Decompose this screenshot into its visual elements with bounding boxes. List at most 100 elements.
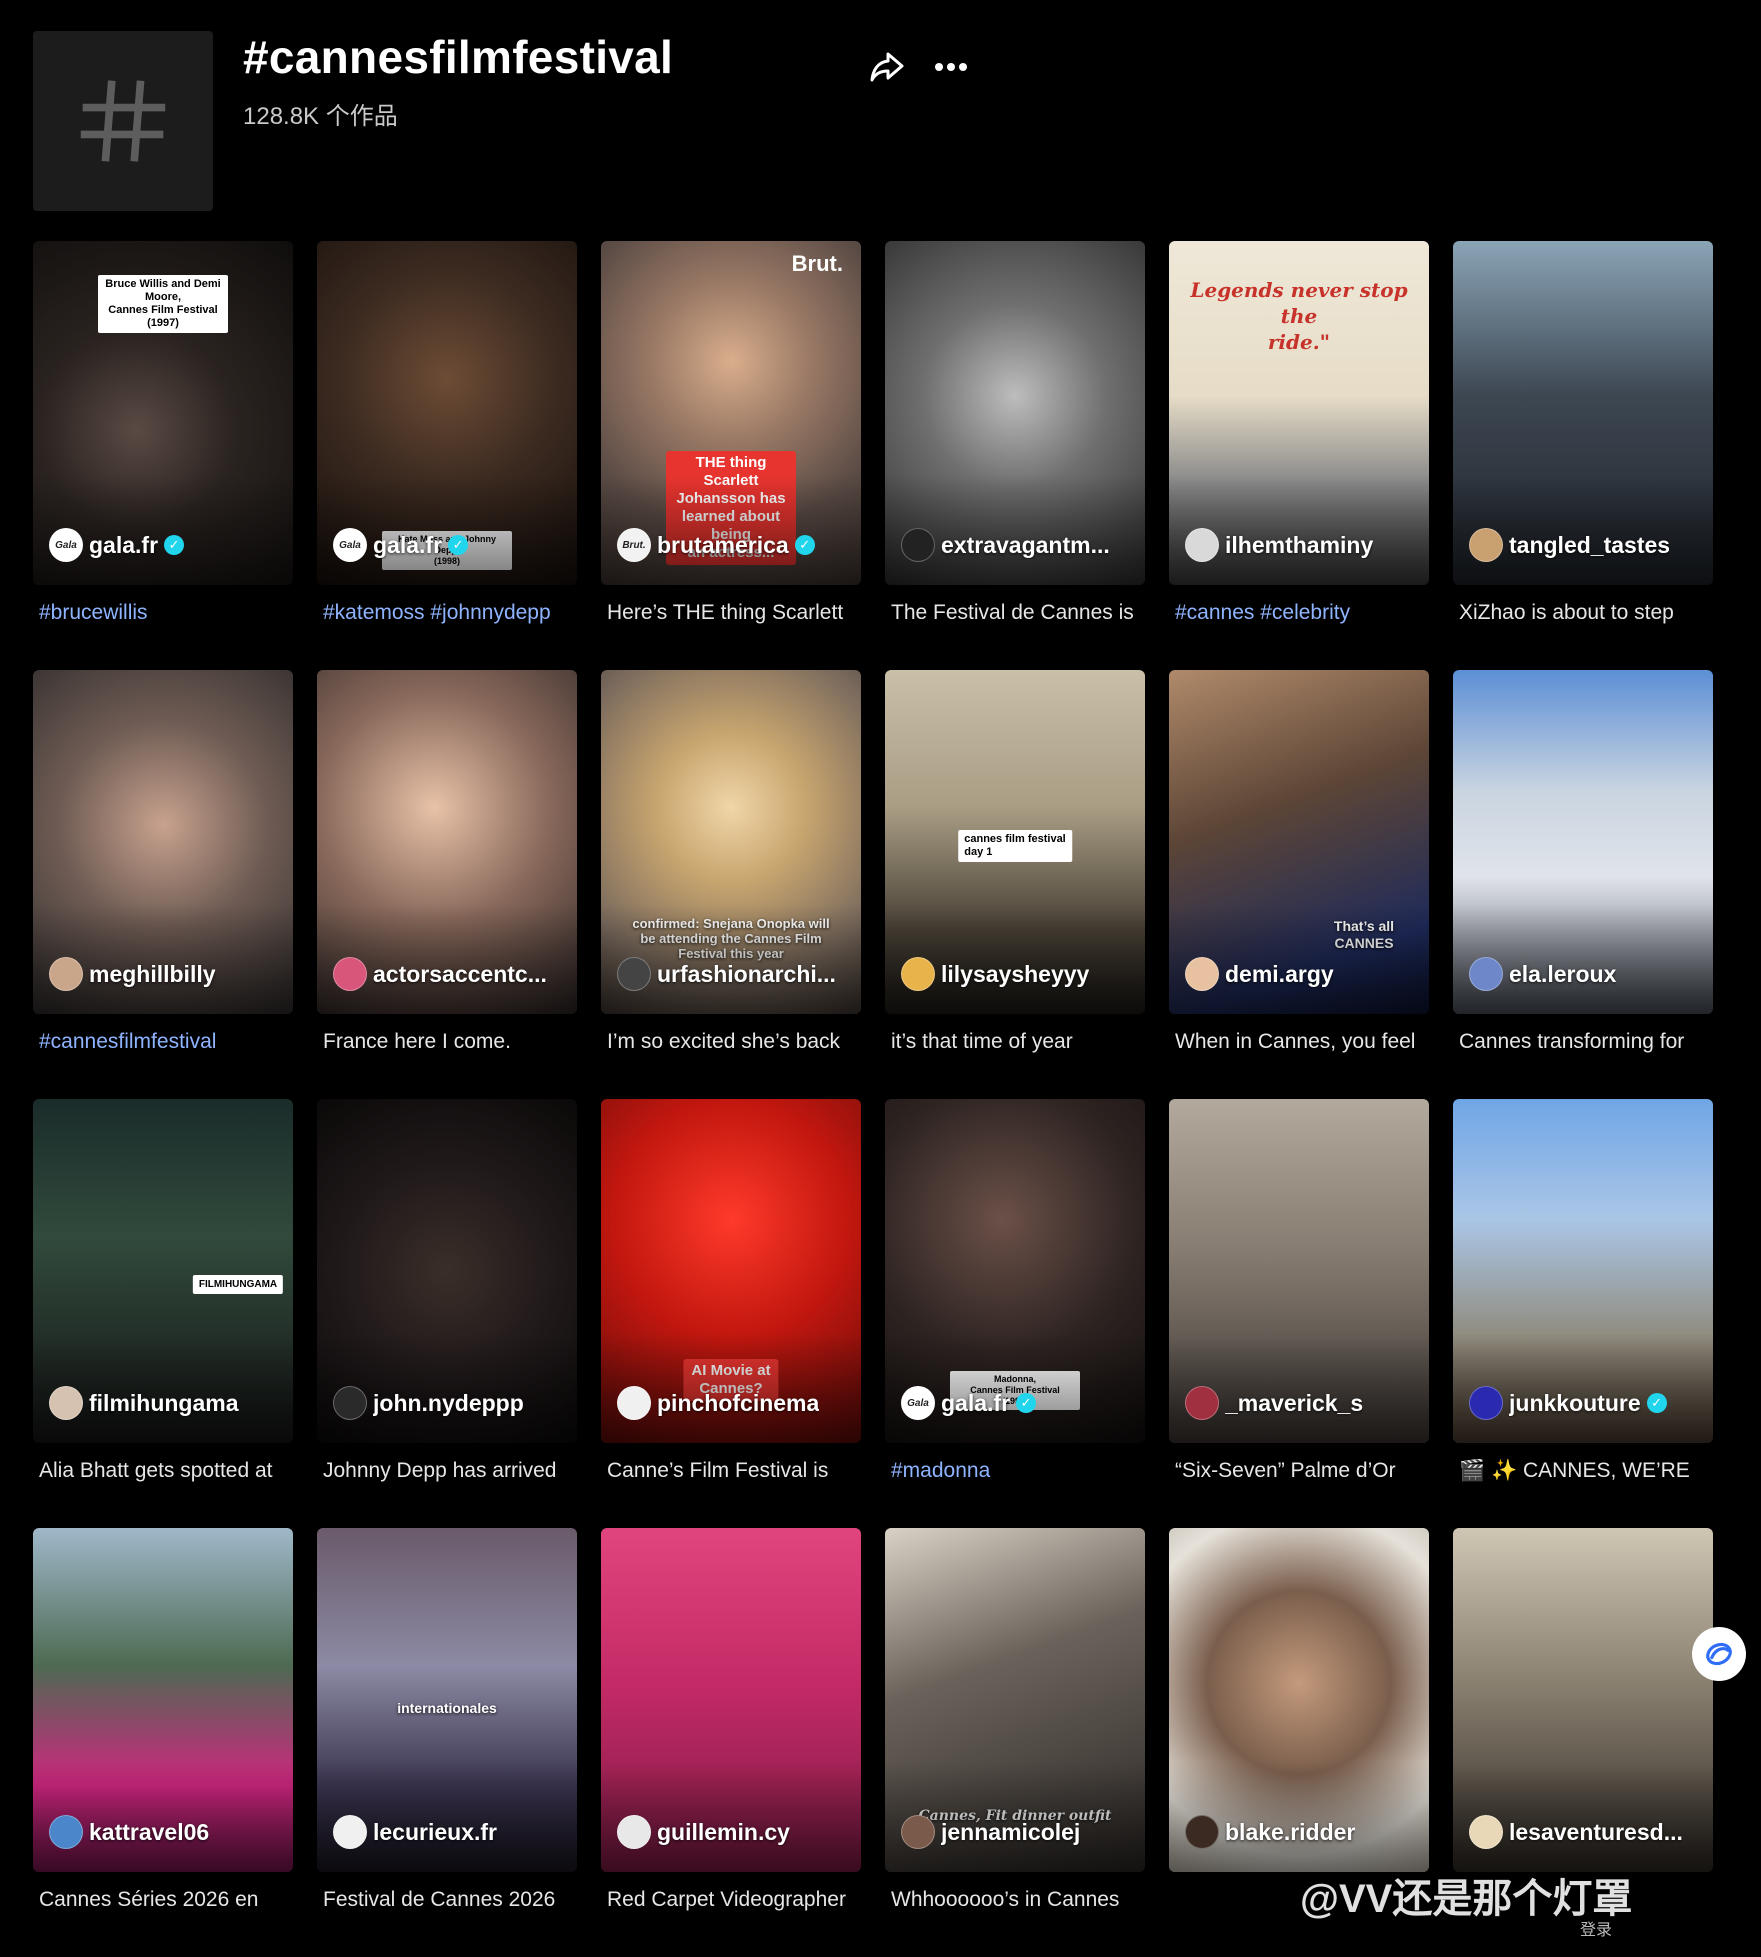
video-card[interactable]: cannes film festival day 1 lilysaysheyyy i…	[885, 670, 1145, 1099]
scroll-to-top-button[interactable]	[1692, 1627, 1746, 1681]
video-card[interactable]: That’s all CANNESdemi.argy When in Cannes…	[1169, 670, 1429, 1099]
avatar[interactable]: Gala	[49, 528, 83, 562]
video-thumbnail[interactable]: john.nydeppp	[317, 1099, 577, 1443]
avatar[interactable]: Brut.	[617, 528, 651, 562]
video-card[interactable]: ela.leroux Cannes transforming for	[1453, 670, 1713, 1099]
video-caption[interactable]: #cannes #celebrity	[1175, 601, 1429, 625]
video-thumbnail[interactable]: Brut.THE thing Scarlett Johansson has le…	[601, 241, 861, 585]
video-thumbnail[interactable]: That’s all CANNESdemi.argy	[1169, 670, 1429, 1014]
author-username[interactable]: meghillbilly	[89, 961, 216, 988]
avatar[interactable]	[901, 528, 935, 562]
author-username[interactable]: gala.fr	[89, 532, 158, 559]
video-caption[interactable]: Festival de Cannes 2026	[323, 1888, 577, 1912]
author-link[interactable]: Gala gala.fr ✓	[333, 527, 469, 563]
avatar[interactable]	[1185, 1815, 1219, 1849]
video-caption[interactable]: Whhoooooo’s in Cannes	[891, 1888, 1145, 1912]
author-link[interactable]: lesaventuresd...	[1469, 1814, 1683, 1850]
video-card[interactable]: kattravel06 Cannes Séries 2026 en	[33, 1528, 293, 1957]
author-link[interactable]: demi.argy	[1185, 956, 1334, 992]
video-thumbnail[interactable]: actorsaccentc...	[317, 670, 577, 1014]
video-thumbnail[interactable]: kattravel06	[33, 1528, 293, 1872]
author-link[interactable]: lecurieux.fr	[333, 1814, 497, 1850]
author-username[interactable]: ela.leroux	[1509, 961, 1616, 988]
avatar[interactable]	[49, 1386, 83, 1420]
video-caption[interactable]: France here I come.	[323, 1030, 577, 1054]
author-link[interactable]: tangled_tastes	[1469, 527, 1670, 563]
video-caption[interactable]: When in Cannes, you feel	[1175, 1030, 1429, 1054]
video-card[interactable]: Cannes, Fit dinner outfitjennamicolej Whh…	[885, 1528, 1145, 1957]
author-link[interactable]: Gala gala.fr ✓	[49, 527, 185, 563]
author-link[interactable]: ela.leroux	[1469, 956, 1616, 992]
video-thumbnail[interactable]: confirmed: Snejana Onopka will be attend…	[601, 670, 861, 1014]
video-caption[interactable]: Cannes transforming for	[1459, 1030, 1713, 1054]
author-link[interactable]: Brut. brutamerica ✓	[617, 527, 815, 563]
video-card[interactable]: confirmed: Snejana Onopka will be attend…	[601, 670, 861, 1099]
more-options-button[interactable]	[930, 46, 972, 88]
author-username[interactable]: lesaventuresd...	[1509, 1819, 1683, 1846]
video-thumbnail[interactable]: guillemin.cy	[601, 1528, 861, 1872]
avatar[interactable]	[617, 1386, 651, 1420]
avatar[interactable]: Gala	[901, 1386, 935, 1420]
author-link[interactable]: actorsaccentc...	[333, 956, 547, 992]
author-link[interactable]: junkkouture ✓	[1469, 1385, 1667, 1421]
author-username[interactable]: blake.ridder	[1225, 1819, 1355, 1846]
video-thumbnail[interactable]: FILMIHUNGAMA filmihungama	[33, 1099, 293, 1443]
video-card[interactable]: john.nydeppp Johnny Depp has arrived	[317, 1099, 577, 1528]
author-link[interactable]: _maverick_s	[1185, 1385, 1363, 1421]
video-card[interactable]: guillemin.cy Red Carpet Videographer	[601, 1528, 861, 1957]
avatar[interactable]	[1469, 957, 1503, 991]
author-link[interactable]: ilhemthaminy	[1185, 527, 1373, 563]
avatar[interactable]	[1185, 957, 1219, 991]
avatar[interactable]	[1469, 1815, 1503, 1849]
author-link[interactable]: lilysaysheyyy	[901, 956, 1089, 992]
author-username[interactable]: kattravel06	[89, 1819, 209, 1846]
author-username[interactable]: _maverick_s	[1225, 1390, 1363, 1417]
author-username[interactable]: actorsaccentc...	[373, 961, 547, 988]
video-caption[interactable]: Alia Bhatt gets spotted at	[39, 1459, 293, 1483]
video-caption[interactable]: I’m so excited she’s back	[607, 1030, 861, 1054]
author-link[interactable]: jennamicolej	[901, 1814, 1080, 1850]
share-button[interactable]	[866, 46, 908, 88]
video-thumbnail[interactable]: Bruce Willis and Demi Moore, Cannes Film…	[33, 241, 293, 585]
video-caption[interactable]: XiZhao is about to step	[1459, 601, 1713, 625]
video-caption[interactable]: Cannes Séries 2026 en	[39, 1888, 293, 1912]
video-thumbnail[interactable]: Kate Moss and Johnny Depp, (1998)Galagal…	[317, 241, 577, 585]
author-username[interactable]: gala.fr	[373, 532, 442, 559]
author-username[interactable]: tangled_tastes	[1509, 532, 1670, 559]
author-username[interactable]: junkkouture	[1509, 1390, 1641, 1417]
video-thumbnail[interactable]: AI Movie at Cannes?pinchofcinema	[601, 1099, 861, 1443]
video-caption[interactable]: The Festival de Cannes is	[891, 601, 1145, 625]
avatar[interactable]	[49, 1815, 83, 1849]
video-caption[interactable]: Red Carpet Videographer	[607, 1888, 861, 1912]
video-caption[interactable]: Canne’s Film Festival is	[607, 1459, 861, 1483]
video-caption[interactable]: #madonna	[891, 1459, 1145, 1483]
video-caption[interactable]: “Six-Seven” Palme d’Or	[1175, 1459, 1429, 1483]
author-username[interactable]: gala.fr	[941, 1390, 1010, 1417]
video-card[interactable]: Madonna, Cannes Film Festival (1991)Gala…	[885, 1099, 1145, 1528]
avatar[interactable]	[333, 957, 367, 991]
avatar[interactable]	[617, 1815, 651, 1849]
video-card[interactable]: meghillbilly #cannesfilmfestival	[33, 670, 293, 1099]
video-caption[interactable]: Johnny Depp has arrived	[323, 1459, 577, 1483]
author-username[interactable]: guillemin.cy	[657, 1819, 790, 1846]
avatar[interactable]	[901, 1815, 935, 1849]
avatar[interactable]	[333, 1386, 367, 1420]
video-card[interactable]: internationales lecurieux.fr Festival de C…	[317, 1528, 577, 1957]
avatar[interactable]	[1185, 528, 1219, 562]
author-link[interactable]: kattravel06	[49, 1814, 209, 1850]
video-card[interactable]: FILMIHUNGAMA filmihungama Alia Bhatt gets …	[33, 1099, 293, 1528]
avatar[interactable]	[617, 957, 651, 991]
author-username[interactable]: filmihungama	[89, 1390, 239, 1417]
video-thumbnail[interactable]: junkkouture ✓	[1453, 1099, 1713, 1443]
video-thumbnail[interactable]: lesaventuresd...	[1453, 1528, 1713, 1872]
avatar[interactable]	[901, 957, 935, 991]
video-thumbnail[interactable]: Madonna, Cannes Film Festival (1991)Gala…	[885, 1099, 1145, 1443]
video-thumbnail[interactable]: ela.leroux	[1453, 670, 1713, 1014]
video-caption[interactable]: #katemoss #johnnydepp	[323, 601, 577, 625]
author-username[interactable]: pinchofcinema	[657, 1390, 819, 1417]
video-card[interactable]: _maverick_s “Six-Seven” Palme d’Or	[1169, 1099, 1429, 1528]
video-caption[interactable]: it’s that time of year	[891, 1030, 1145, 1054]
video-thumbnail[interactable]: Legends never stop the ride." ilhemthamin…	[1169, 241, 1429, 585]
video-card[interactable]: tangled_tastes XiZhao is about to step	[1453, 241, 1713, 670]
video-card[interactable]: extravagantm... The Festival de Cannes is	[885, 241, 1145, 670]
